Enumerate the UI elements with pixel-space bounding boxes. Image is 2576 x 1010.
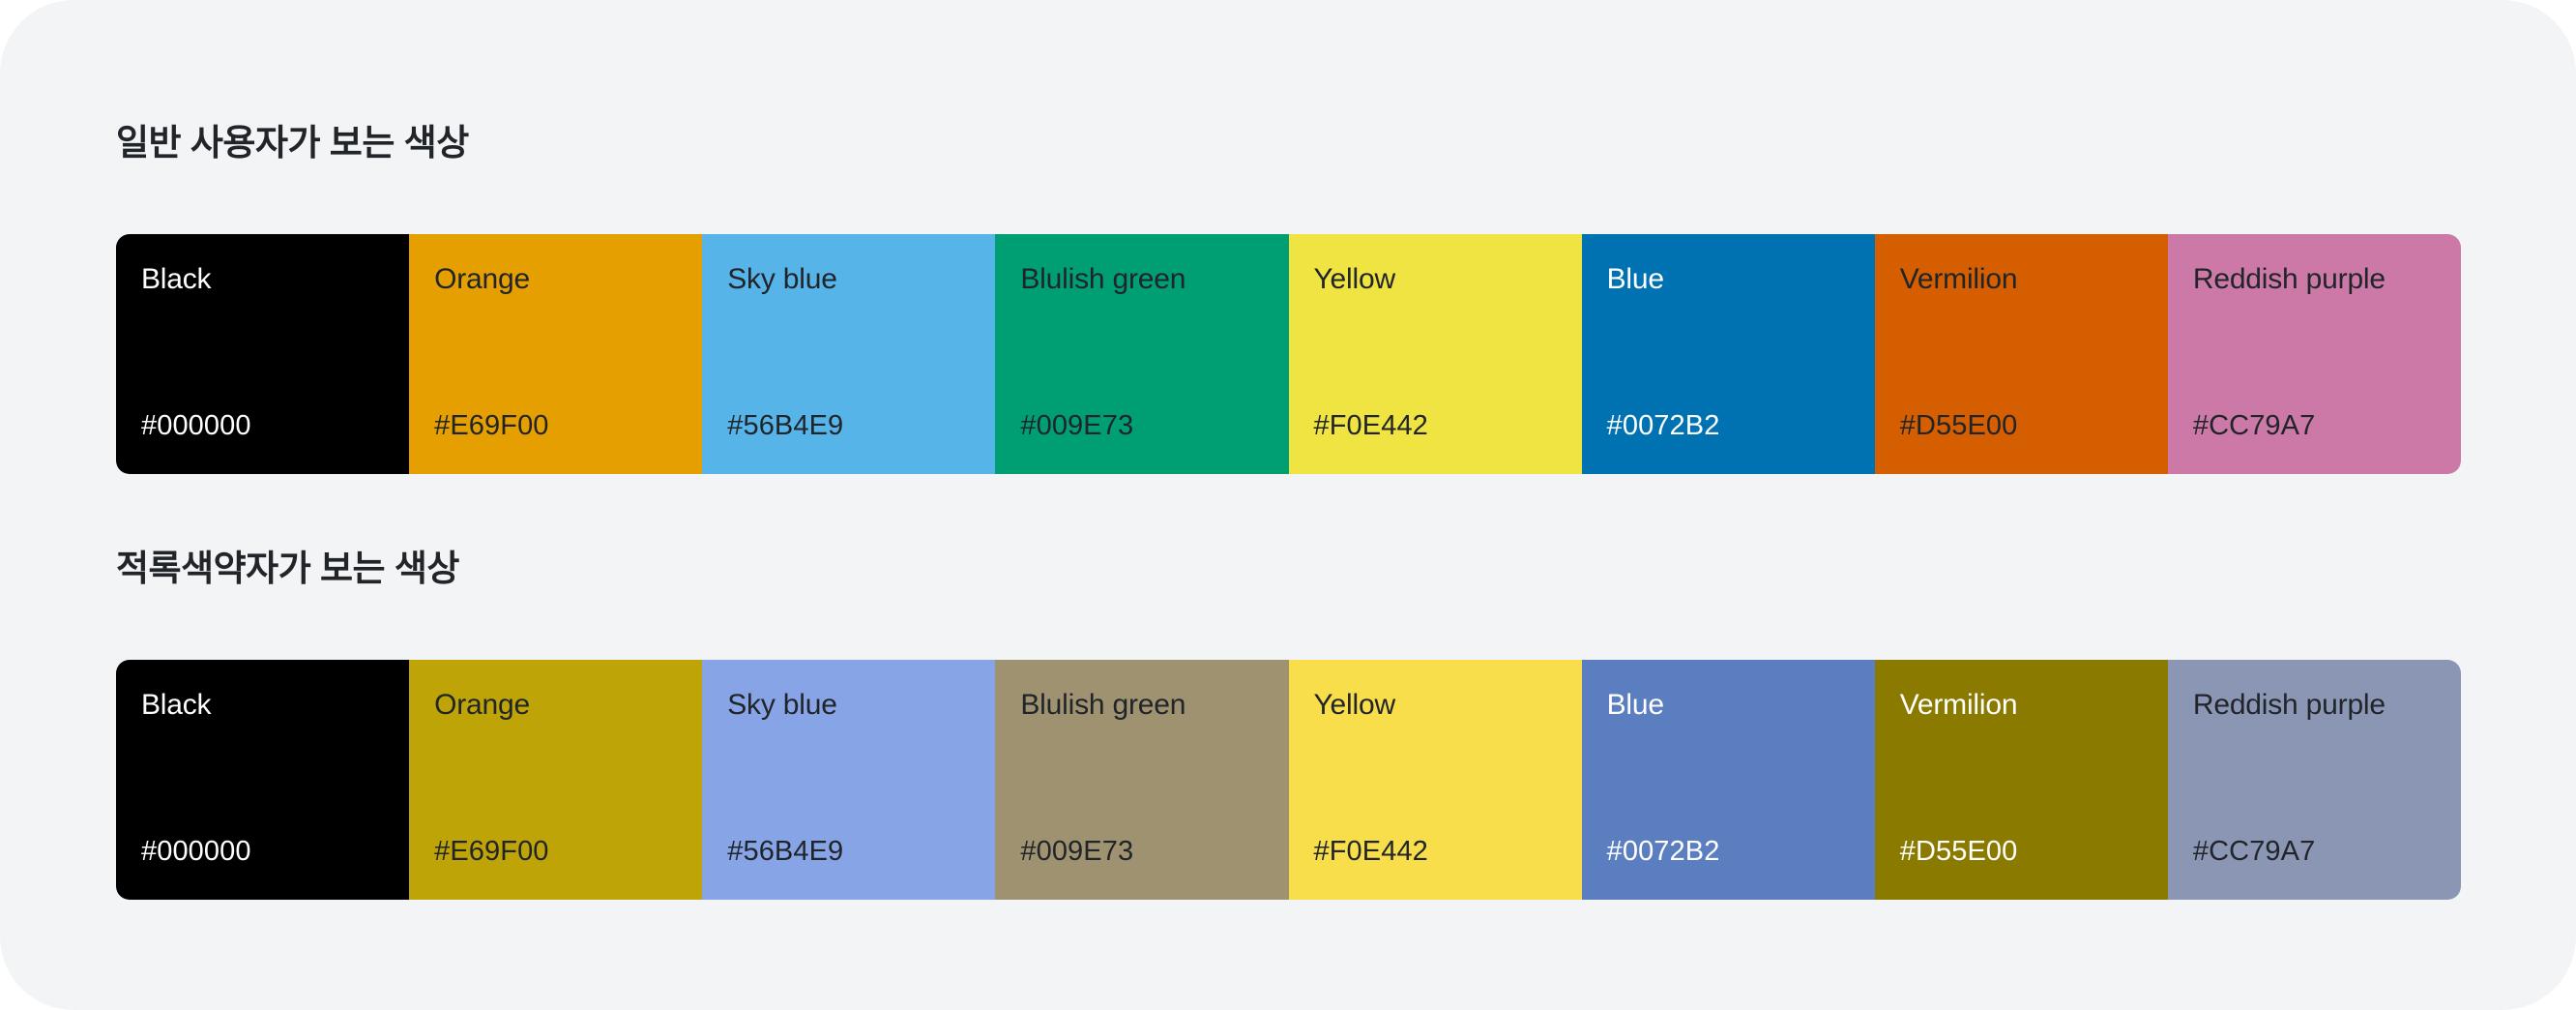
swatch-hex-value: #CC79A7: [2192, 410, 2316, 442]
section-heading-deuteranopia-vision: 적록색약자가 보는 색상: [116, 549, 459, 588]
swatch-hex-value: #D55E00: [1899, 836, 2018, 868]
swatch-name-label: Black: [141, 689, 212, 721]
color-swatch[interactable]: Reddish purple #CC79A7: [2167, 660, 2461, 900]
color-swatch[interactable]: Vermilion #D55E00: [1874, 234, 2168, 474]
swatch-name-label: Orange: [434, 689, 530, 721]
swatch-name-label: Reddish purple: [2192, 689, 2386, 721]
color-swatch[interactable]: Yellow #F0E442: [1288, 660, 1582, 900]
swatch-hex-value: #000000: [141, 410, 251, 442]
swatch-name-label: Orange: [434, 263, 530, 295]
color-swatch[interactable]: Sky blue #56B4E9: [702, 234, 996, 474]
swatch-hex-value: #F0E442: [1313, 410, 1428, 442]
swatch-hex-value: #56B4E9: [727, 836, 844, 868]
swatch-hex-value: #E69F00: [434, 836, 549, 868]
swatch-name-label: Yellow: [1313, 263, 1396, 295]
swatch-hex-value: #F0E442: [1313, 836, 1428, 868]
swatch-hex-value: #009E73: [1020, 410, 1134, 442]
color-swatch[interactable]: Orange #E69F00: [409, 660, 703, 900]
swatch-row-normal-vision: Black #000000 Orange #E69F00 Sky blue #56B4E9…: [116, 234, 2461, 474]
swatch-name-label: Reddish purple: [2192, 263, 2386, 295]
swatch-name-label: Blulish green: [1020, 263, 1186, 295]
swatch-name-label: Sky blue: [727, 689, 837, 721]
swatch-name-label: Vermilion: [1899, 689, 2018, 721]
color-swatch[interactable]: Sky blue #56B4E9: [702, 660, 996, 900]
swatch-name-label: Black: [141, 263, 212, 295]
color-swatch[interactable]: Reddish purple #CC79A7: [2167, 234, 2461, 474]
swatch-name-label: Blue: [1606, 263, 1664, 295]
swatch-row-deuteranopia-vision: Black #000000 Orange #E69F00 Sky blue #56B4E9…: [116, 660, 2461, 900]
swatch-hex-value: #CC79A7: [2192, 836, 2316, 868]
section-heading-normal-vision: 일반 사용자가 보는 색상: [116, 123, 469, 163]
color-swatch[interactable]: Orange #E69F00: [409, 234, 703, 474]
swatch-hex-value: #D55E00: [1899, 410, 2018, 442]
swatch-name-label: Vermilion: [1899, 263, 2018, 295]
swatch-name-label: Blulish green: [1020, 689, 1186, 721]
swatch-hex-value: #E69F00: [434, 410, 549, 442]
content-container: 일반 사용자가 보는 색상 Black #000000 Orange #E69F00 S…: [116, 0, 2461, 1010]
color-swatch[interactable]: Black #000000: [116, 234, 410, 474]
swatch-hex-value: #009E73: [1020, 836, 1134, 868]
swatch-hex-value: #0072B2: [1606, 836, 1720, 868]
color-swatch[interactable]: Blulish green #009E73: [995, 234, 1289, 474]
swatch-name-label: Yellow: [1313, 689, 1396, 721]
color-swatch[interactable]: Yellow #F0E442: [1288, 234, 1582, 474]
color-swatch[interactable]: Blue #0072B2: [1581, 234, 1875, 474]
color-swatch[interactable]: Black #000000: [116, 660, 410, 900]
color-swatch[interactable]: Blue #0072B2: [1581, 660, 1875, 900]
color-swatch[interactable]: Vermilion #D55E00: [1874, 660, 2168, 900]
page-surface: 일반 사용자가 보는 색상 Black #000000 Orange #E69F00 S…: [0, 0, 2576, 1010]
swatch-name-label: Sky blue: [727, 263, 837, 295]
color-swatch[interactable]: Blulish green #009E73: [995, 660, 1289, 900]
swatch-hex-value: #56B4E9: [727, 410, 844, 442]
swatch-name-label: Blue: [1606, 689, 1664, 721]
swatch-hex-value: #0072B2: [1606, 410, 1720, 442]
swatch-hex-value: #000000: [141, 836, 251, 868]
